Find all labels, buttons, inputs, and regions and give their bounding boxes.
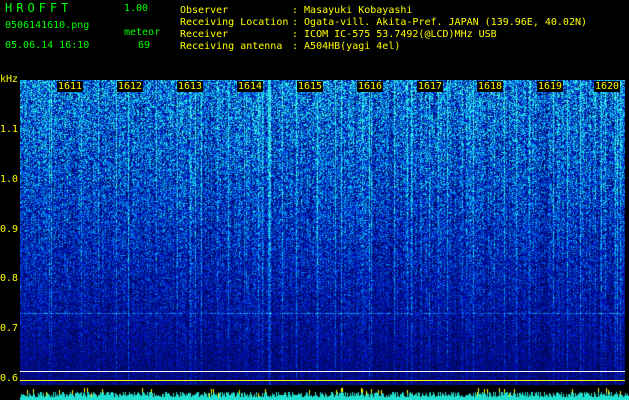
time-tick: 1617 <box>417 81 444 92</box>
baseline-line <box>20 380 625 381</box>
antenna-label: Receiving antenna <box>180 41 283 52</box>
y-tick: 1.1 <box>0 124 19 135</box>
app-version: 1.00 <box>124 3 149 14</box>
location-value: : Ogata-vill. Akita-Pref. JAPAN (139.96E… <box>292 17 588 28</box>
receiver-label: Receiver <box>180 29 229 40</box>
observer-label: Observer <box>180 5 229 16</box>
time-tick: 1620 <box>594 81 621 92</box>
meteor-count: 69 <box>138 40 151 51</box>
observer-value: : Masayuki Kobayashi <box>292 5 413 16</box>
time-tick: 1613 <box>177 81 204 92</box>
y-tick: 0.7 <box>0 323 19 334</box>
spectrogram <box>20 80 625 385</box>
file-name: 0506141610.png <box>5 20 90 31</box>
mode-label: meteor <box>124 27 161 38</box>
antenna-value: : A504HB(yagi 4el) <box>292 41 401 52</box>
receiver-value: : ICOM IC-575 53.7492(@LCD)MHz USB <box>292 29 497 40</box>
time-tick: 1614 <box>237 81 264 92</box>
timestamp: 05.06.14 16:10 <box>5 40 90 51</box>
y-tick: 0.8 <box>0 273 19 284</box>
y-tick: 1.0 <box>0 174 19 185</box>
y-axis-unit: kHz <box>0 74 19 85</box>
time-tick: 1611 <box>57 81 84 92</box>
time-tick: 1618 <box>477 81 504 92</box>
signal-strip <box>0 385 629 400</box>
y-tick: 0.6 <box>0 373 19 384</box>
hroffft-window: HROFFT 1.00 0506141610.png meteor 05.06.… <box>0 0 629 400</box>
marker-line <box>20 371 625 372</box>
location-label: Receiving Location <box>180 17 289 28</box>
time-tick: 1615 <box>297 81 324 92</box>
app-title: HROFFT <box>5 1 73 15</box>
time-tick: 1619 <box>537 81 564 92</box>
y-tick: 0.9 <box>0 224 19 235</box>
time-tick: 1612 <box>117 81 144 92</box>
time-tick: 1616 <box>357 81 384 92</box>
